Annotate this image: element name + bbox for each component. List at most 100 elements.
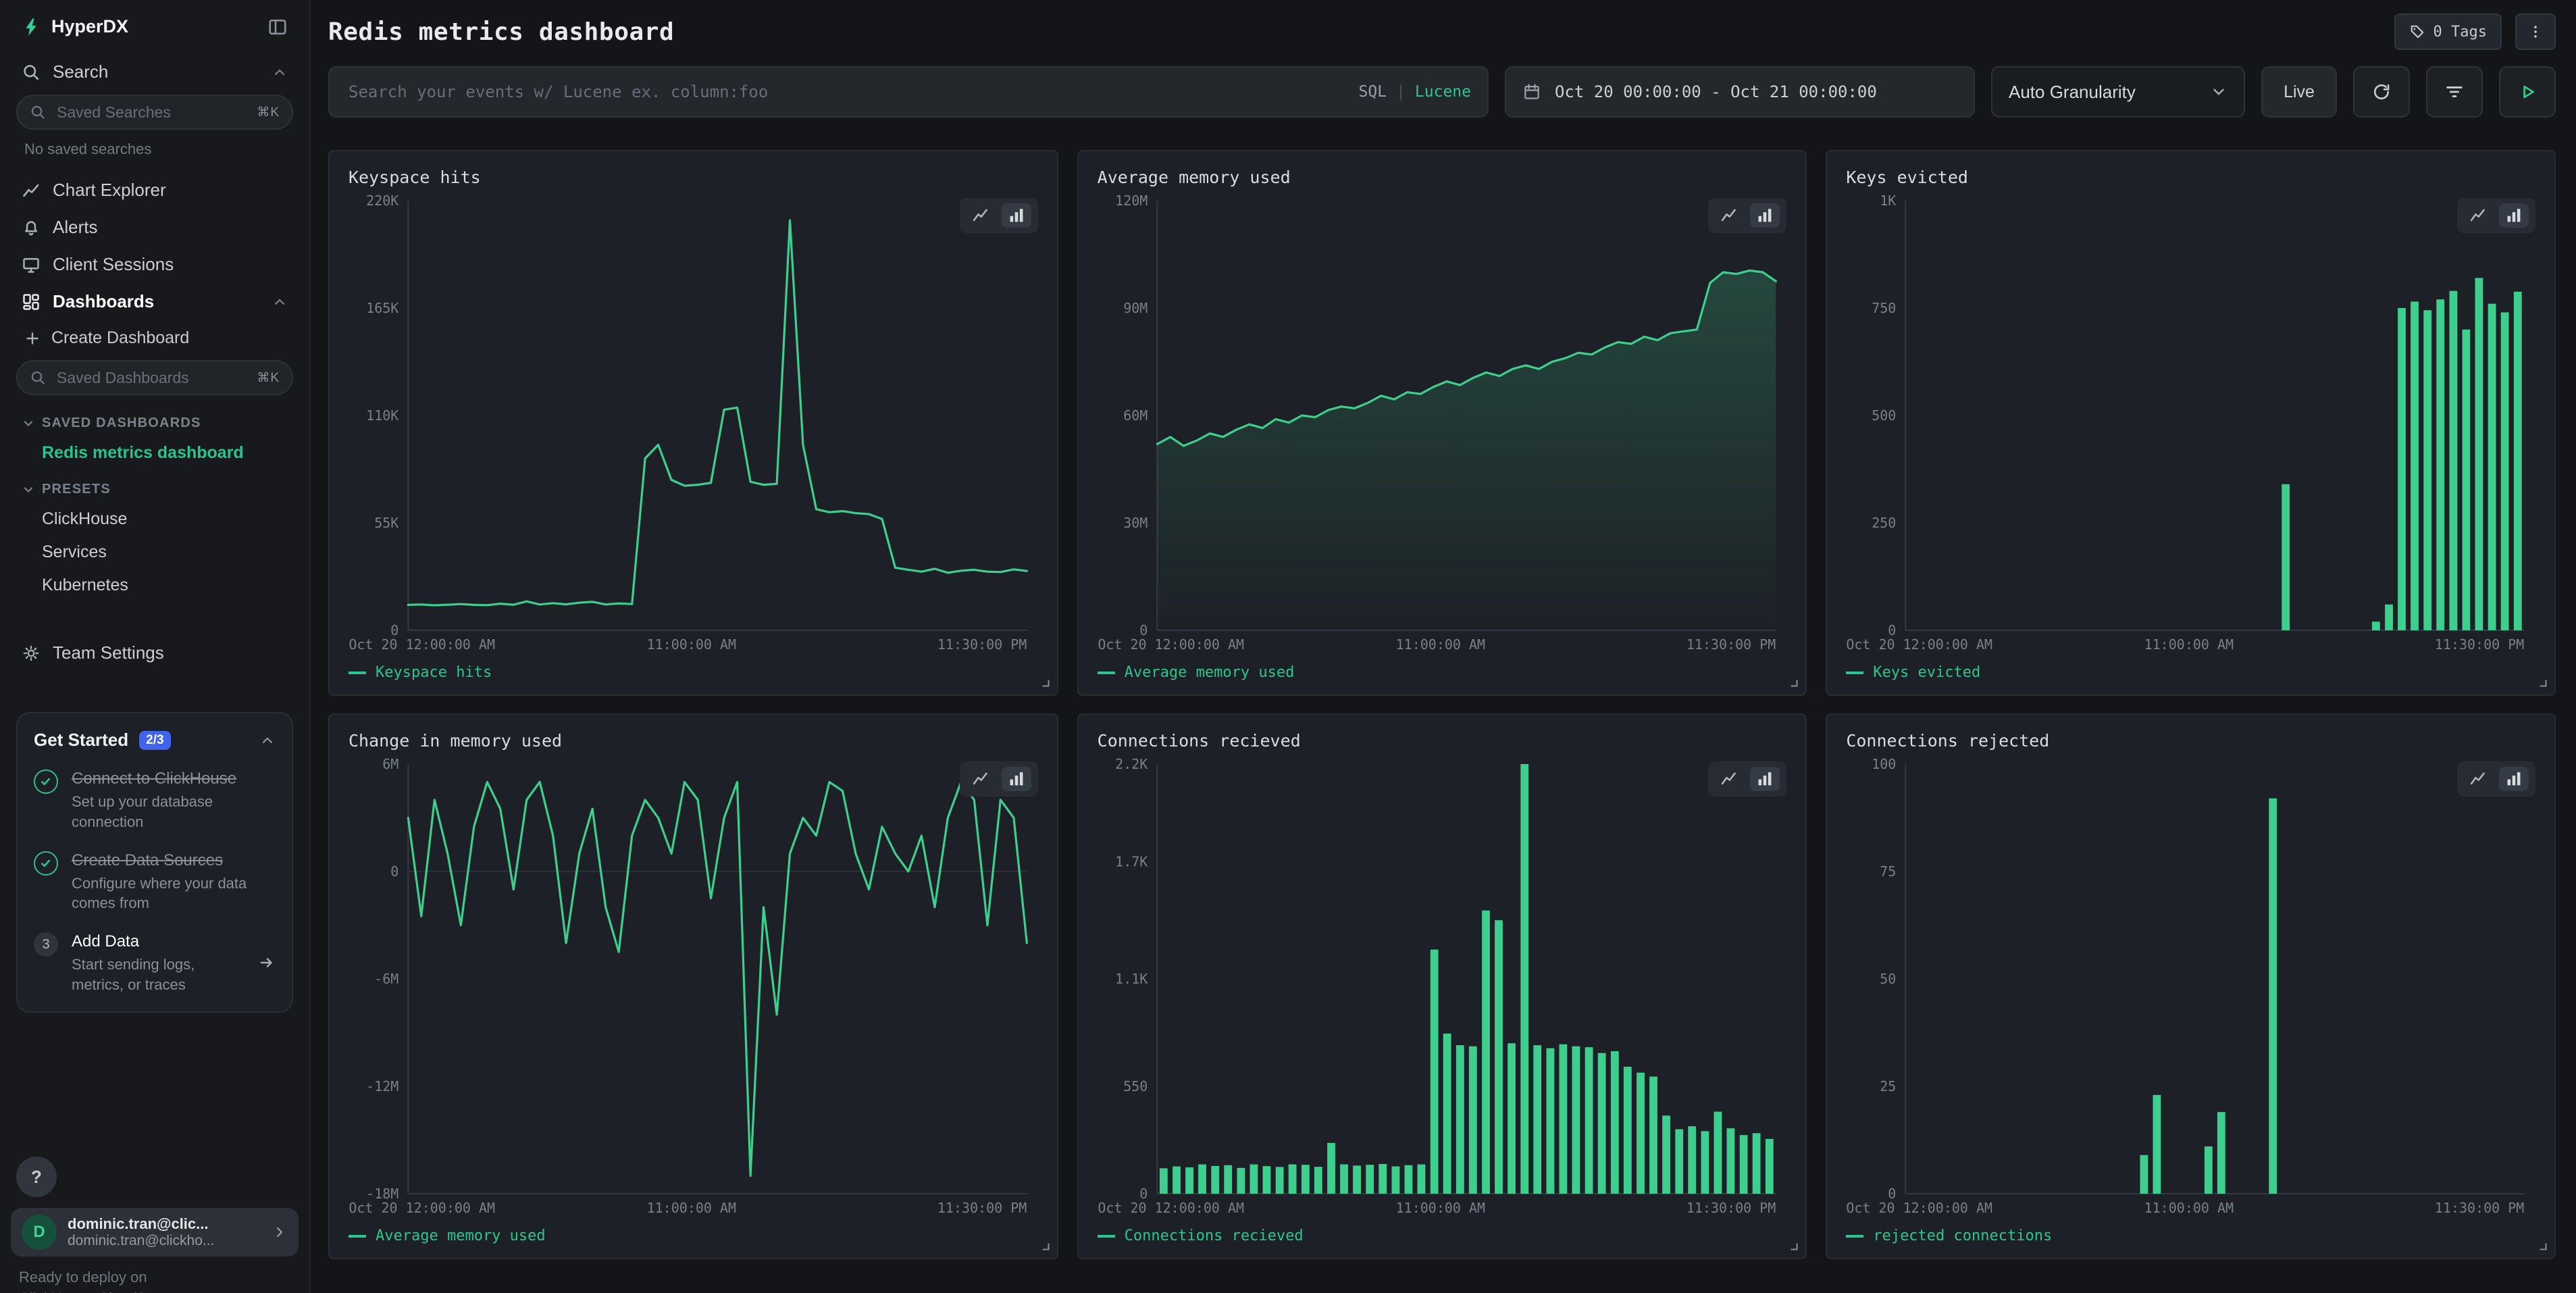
get-started-header[interactable]: Get Started 2/3	[34, 730, 276, 751]
saved-dashboards-input[interactable]: ⌘K	[16, 360, 293, 395]
sidebar-item-chart-explorer[interactable]: Chart Explorer	[14, 172, 296, 209]
chart-legend[interactable]: Connections recieved	[1095, 1221, 1790, 1247]
sidebar-item-kubernetes[interactable]: Kubernetes	[14, 569, 296, 602]
saved-searches-input[interactable]: ⌘K	[16, 95, 293, 130]
chart-legend[interactable]: rejected connections	[1843, 1221, 2538, 1247]
resize-handle-icon[interactable]	[2537, 1240, 2549, 1252]
resize-handle-icon[interactable]	[1788, 1240, 1800, 1252]
chart-canvas: 055K110K165K220KOct 20 12:00:00 AM11:00:…	[346, 187, 1041, 657]
line-chart-icon[interactable]	[1715, 203, 1745, 228]
sidebar-item-client-sessions[interactable]: Client Sessions	[14, 246, 296, 283]
svg-text:-6M: -6M	[374, 971, 398, 987]
chart-legend[interactable]: Keyspace hits	[346, 657, 1041, 684]
sidebar-item-services[interactable]: Services	[14, 536, 296, 569]
line-chart-icon[interactable]	[967, 767, 996, 791]
svg-text:11:30:00 PM: 11:30:00 PM	[1686, 1200, 1776, 1216]
create-dashboard-label: Create Dashboard	[51, 328, 189, 348]
lucene-toggle[interactable]: Lucene	[1415, 83, 1471, 101]
search-input[interactable]	[346, 81, 1345, 103]
saved-dashboards-field[interactable]	[54, 367, 249, 388]
get-started-step[interactable]: 3 Add Data Start sending logs, metrics, …	[34, 931, 276, 995]
svg-text:11:30:00 PM: 11:30:00 PM	[2435, 1200, 2524, 1216]
legend-label: rejected connections	[1873, 1227, 2052, 1244]
sql-toggle[interactable]: SQL	[1359, 83, 1387, 101]
svg-text:750: 750	[1872, 300, 1897, 316]
chart-panel: Average memory used 030M60M90M120MOct 20…	[1077, 150, 1807, 696]
logo-row: HyperDX	[14, 0, 296, 53]
user-name: dominic.tran@clic...	[68, 1215, 261, 1233]
bar-chart-icon[interactable]	[1750, 203, 1780, 228]
chart-legend[interactable]: Average memory used	[346, 1221, 1041, 1247]
chart-legend[interactable]: Average memory used	[1095, 657, 1790, 684]
get-started-title: Get Started	[34, 730, 128, 751]
saved-dashboards-section[interactable]: SAVED DASHBOARDS	[14, 403, 296, 436]
svg-text:55K: 55K	[374, 515, 398, 531]
sidebar-item-search[interactable]: Search	[14, 53, 296, 91]
sidebar-item-clickhouse[interactable]: ClickHouse	[14, 503, 296, 536]
chart-type-toolbar	[2457, 761, 2535, 796]
date-range-picker[interactable]: Oct 20 00:00:00 - Oct 21 00:00:00	[1505, 66, 1975, 118]
sidebar-collapse-icon[interactable]	[267, 17, 288, 37]
legend-swatch	[1098, 671, 1115, 674]
bar-chart-icon[interactable]	[1002, 767, 1031, 791]
help-button[interactable]: ?	[16, 1157, 57, 1197]
line-chart-icon[interactable]	[967, 203, 996, 228]
more-options-button[interactable]	[2515, 14, 2556, 50]
bar-chart-icon[interactable]	[2499, 203, 2529, 228]
chart-area: 030M60M90M120MOct 20 12:00:00 AM11:00:00…	[1095, 187, 1790, 657]
check-circle-icon	[34, 851, 58, 876]
sidebar-item-alerts[interactable]: Alerts	[14, 209, 296, 246]
line-chart-icon	[22, 181, 41, 200]
legend-label: Average memory used	[1125, 664, 1295, 681]
svg-text:120M: 120M	[1115, 193, 1148, 209]
chart-legend[interactable]: Keys evicted	[1843, 657, 2538, 684]
monitor-icon	[22, 255, 41, 274]
refresh-button[interactable]	[2353, 66, 2410, 118]
get-started-step[interactable]: Connect to ClickHouse Set up your databa…	[34, 768, 276, 832]
legend-label: Connections recieved	[1125, 1227, 1304, 1244]
chart-canvas: 0255075100Oct 20 12:00:00 AM11:00:00 AM1…	[1843, 751, 2538, 1221]
chart-canvas: 05501.1K1.7K2.2KOct 20 12:00:00 AM11:00:…	[1095, 751, 1790, 1221]
line-chart-icon[interactable]	[1715, 767, 1745, 791]
bar-chart-icon[interactable]	[1002, 203, 1031, 228]
resize-handle-icon[interactable]	[1788, 677, 1800, 689]
line-chart-icon[interactable]	[2464, 203, 2494, 228]
svg-text:11:00:00 AM: 11:00:00 AM	[647, 636, 736, 653]
get-started-card: Get Started 2/3 Connect to ClickHouse Se…	[16, 712, 293, 1013]
chevron-up-icon	[259, 732, 276, 749]
tags-button[interactable]: 0 Tags	[2394, 14, 2502, 50]
legend-swatch	[1846, 1235, 1863, 1238]
svg-text:11:30:00 PM: 11:30:00 PM	[937, 1200, 1027, 1216]
user-menu[interactable]: D dominic.tran@clic... dominic.tran@clic…	[11, 1208, 299, 1257]
resize-handle-icon[interactable]	[1039, 677, 1052, 689]
live-button[interactable]: Live	[2261, 66, 2337, 118]
panel-title: Connections rejected	[1843, 728, 2538, 751]
svg-text:11:30:00 PM: 11:30:00 PM	[2435, 636, 2524, 653]
svg-text:110K: 110K	[366, 407, 398, 424]
chart-canvas: 02505007501KOct 20 12:00:00 AM11:00:00 A…	[1843, 187, 2538, 657]
svg-text:11:00:00 AM: 11:00:00 AM	[1395, 636, 1485, 653]
svg-text:220K: 220K	[366, 193, 398, 209]
bar-chart-icon[interactable]	[2499, 767, 2529, 791]
bar-chart-icon[interactable]	[1750, 767, 1780, 791]
no-saved-searches-note: No saved searches	[14, 138, 296, 172]
sidebar: HyperDX Search ⌘K No saved searches Char…	[0, 0, 311, 1293]
resize-handle-icon[interactable]	[2537, 677, 2549, 689]
sidebar-item-label: Dashboards	[53, 291, 154, 312]
sidebar-item-dashboards[interactable]: Dashboards	[14, 283, 296, 320]
presets-section[interactable]: PRESETS	[14, 470, 296, 503]
filter-icon	[2444, 82, 2465, 102]
resize-handle-icon[interactable]	[1039, 1240, 1052, 1252]
sidebar-item-team-settings[interactable]: Team Settings	[14, 634, 296, 671]
granularity-select[interactable]: Auto Granularity	[1991, 66, 2245, 118]
clickhouse-cloud-promo[interactable]: Ready to deploy on ClickHouse Cloud?	[11, 1257, 299, 1293]
svg-text:50: 50	[1880, 971, 1897, 987]
filter-button[interactable]	[2426, 66, 2483, 118]
line-chart-icon[interactable]	[2464, 767, 2494, 791]
create-dashboard-button[interactable]: Create Dashboard	[14, 320, 296, 356]
chart-panel: Keys evicted 02505007501KOct 20 12:00:00…	[1826, 150, 2556, 696]
sidebar-item-redis-dashboard[interactable]: Redis metrics dashboard	[14, 436, 296, 470]
run-query-button[interactable]	[2499, 66, 2556, 118]
get-started-step[interactable]: Create Data Sources Configure where your…	[34, 850, 276, 914]
saved-searches-field[interactable]	[54, 102, 249, 123]
